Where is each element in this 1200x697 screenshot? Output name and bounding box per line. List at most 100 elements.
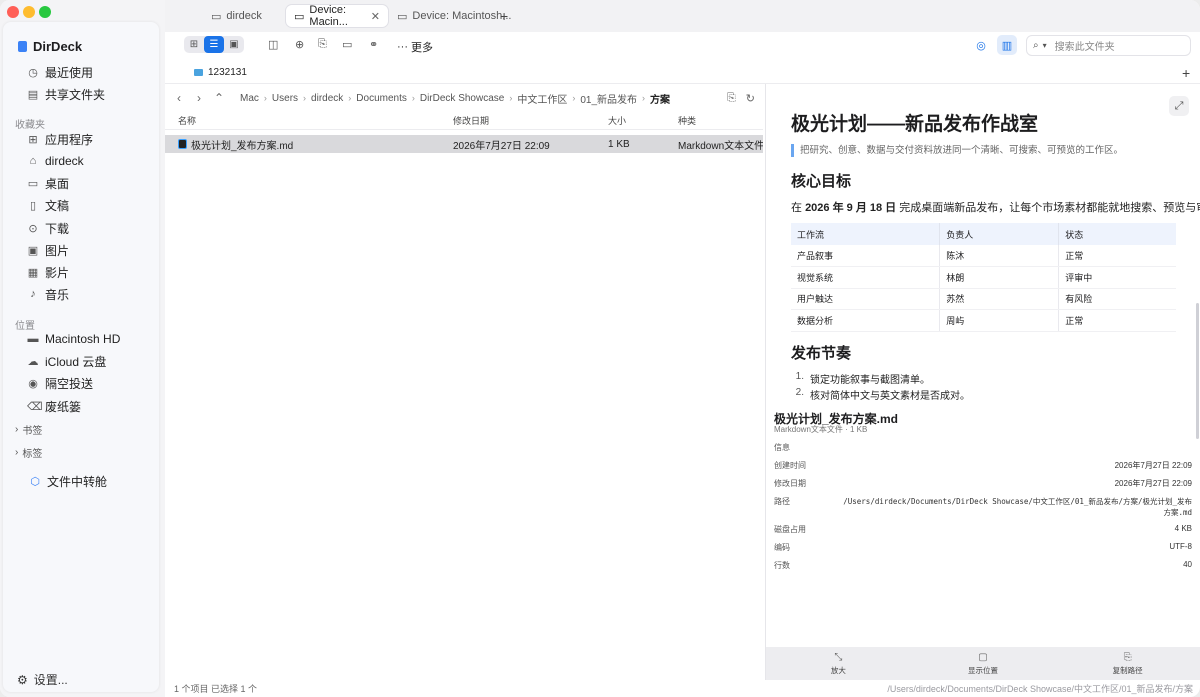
sidebar-item-documents[interactable]: ▯ 文稿	[27, 196, 69, 214]
add-folder-tab-button[interactable]: +	[1182, 65, 1190, 81]
search-placeholder: 搜索此文件夹	[1054, 42, 1115, 53]
more-button[interactable]: ··· 更多	[397, 39, 433, 55]
expand-icon[interactable]: ⤢	[1169, 96, 1189, 116]
sidebar-item-airdrop[interactable]: ◉ 隔空投送	[27, 374, 93, 392]
list-view-icon[interactable]: ☰	[204, 36, 224, 53]
sidebar-item-label: 应用程序	[45, 132, 94, 147]
sidebar-item-icloud[interactable]: ☁ iCloud 云盘	[27, 352, 107, 370]
breadcrumb-item[interactable]: 01_新品发布	[575, 91, 642, 106]
back-icon[interactable]: ‹	[169, 91, 189, 105]
breadcrumb-item[interactable]: Mac	[235, 93, 264, 104]
info-path-line-1: /Users/dirdeck/Documents/DirDeck Showcas…	[843, 497, 1192, 506]
image-icon: ▣	[27, 244, 39, 257]
breadcrumb: ‹ › ⌃ Mac › Users › dirdeck › Documents › Di…	[165, 86, 763, 110]
app-title: DirDeck	[18, 39, 82, 54]
disk-icon: ▬	[27, 333, 39, 345]
list-number: 2.	[795, 387, 804, 398]
sidebar-item-trash[interactable]: ⌫ 废纸篓	[27, 397, 81, 415]
view-mode-segment: ⊞ ☰ ▣	[184, 36, 244, 53]
sidebar-item-desktop[interactable]: ▭ 桌面	[27, 174, 69, 192]
forward-icon[interactable]: ›	[189, 91, 209, 105]
breadcrumb-tools: ⎘ ↻	[727, 92, 755, 105]
breadcrumb-item[interactable]: Documents	[351, 93, 412, 104]
breadcrumb-item[interactable]: DirDeck Showcase	[415, 93, 509, 104]
new-folder-icon[interactable]: ⊕	[295, 38, 304, 51]
info-key: 路径	[774, 497, 790, 506]
airdrop-icon: ◉	[28, 377, 38, 390]
preview-scrollbar[interactable]	[1196, 303, 1199, 439]
settings-button[interactable]: ⚙ 设置...	[17, 671, 68, 688]
sidebar-item-shared[interactable]: ▤ 共享文件夹	[27, 85, 105, 103]
new-tab-button[interactable]: +	[500, 8, 508, 24]
up-icon[interactable]: ⌃	[209, 91, 229, 105]
breadcrumb-item[interactable]: Users	[267, 93, 303, 104]
goal-prefix: 在	[791, 202, 806, 214]
sidebar-item-label: 影片	[45, 265, 70, 280]
file-row[interactable]: 极光计划_发布方案.md 2026年7月27日 22:09 1 KB Markd…	[165, 135, 763, 153]
link-icon[interactable]: ⚭	[369, 38, 378, 51]
info-section-title: 信息	[774, 442, 1192, 453]
sidebar-item-pictures[interactable]: ▣ 图片	[27, 241, 69, 259]
column-name[interactable]: 名称	[165, 114, 440, 127]
table-cell: 数据分析	[791, 309, 941, 332]
folder-icon: ▭	[211, 10, 222, 23]
breadcrumb-item[interactable]: 中文工作区	[512, 91, 572, 106]
column-kind[interactable]: 种类	[665, 114, 763, 127]
info-key: 创建时间	[774, 461, 806, 470]
list-text: 锁定功能叙事与截图清单。	[810, 375, 930, 386]
sidebar-item-macintosh-hd[interactable]: ▬ Macintosh HD	[27, 330, 121, 348]
info-key: 编码	[774, 543, 790, 552]
terminal-icon[interactable]: ▭	[342, 38, 352, 51]
sidebar-group-tags[interactable]: › 标签	[15, 445, 42, 460]
reveal-button[interactable]: ▢ 显示位置	[911, 647, 1056, 680]
sidebar-item-recent[interactable]: ◷ 最近使用	[27, 63, 93, 81]
column-size[interactable]: 大小	[595, 114, 665, 127]
tab-label: dirdeck	[226, 10, 262, 22]
table-header: 工作流	[791, 223, 941, 245]
sidebar-item-label: 文件中转舱	[47, 474, 108, 489]
copy-path-button[interactable]: ⎘ 复制路径	[1055, 647, 1200, 680]
info-row-lines: 行数 40	[774, 560, 1192, 571]
file-kind: Markdown文本文件	[678, 140, 763, 152]
zoom-window-button[interactable]	[39, 6, 51, 18]
preview-panel-icon[interactable]: ▥	[997, 35, 1017, 55]
gallery-view-icon[interactable]: ▣	[224, 36, 244, 53]
info-value: 4 KB	[1174, 524, 1192, 533]
column-date[interactable]: 修改日期	[440, 114, 595, 127]
status-path: /Users/dirdeck/Documents/DirDeck Showcas…	[887, 684, 1193, 694]
breadcrumb-current[interactable]: 方案	[645, 91, 675, 106]
folder-chip[interactable]: 1232131	[194, 67, 247, 78]
sidebar-item-music[interactable]: ♪ 音乐	[27, 285, 69, 303]
new-file-icon[interactable]: ⎘	[318, 38, 327, 51]
file-name: 极光计划_发布方案.md	[191, 140, 294, 152]
reveal-icon: ▢	[978, 651, 988, 663]
refresh-icon[interactable]: ↻	[746, 92, 755, 105]
sidebar-item-dirdeck[interactable]: ⌂ dirdeck	[27, 152, 84, 170]
close-window-button[interactable]	[7, 6, 19, 18]
minimize-window-button[interactable]	[23, 6, 35, 18]
table-row: 数据分析 周屿 正常	[791, 309, 1176, 332]
close-icon[interactable]: ✕	[371, 10, 380, 23]
split-view-icon[interactable]: ◫	[268, 38, 278, 51]
breadcrumb-item[interactable]: dirdeck	[306, 93, 348, 104]
sidebar-item-applications[interactable]: ⊞ 应用程序	[27, 130, 93, 148]
sidebar-item-transfer[interactable]: ⬡ 文件中转舱	[29, 472, 107, 490]
copy-path-icon[interactable]: ⎘	[727, 92, 736, 105]
tab-device-active[interactable]: ▭ Device: Macin... ✕	[286, 4, 388, 28]
sidebar-item-label: 文稿	[45, 198, 70, 213]
toolbar: ⊞ ☰ ▣ ◫ ⊕ ⎘ ▭ ⚭ ··· 更多 ◎ ▥ ⌕ ▾ 搜索此文件夹	[165, 32, 1200, 58]
chevron-down-icon: ▾	[1042, 41, 1047, 50]
grid-view-icon[interactable]: ⊞	[184, 36, 204, 53]
globe-icon[interactable]: ◎	[971, 35, 991, 55]
music-icon: ♪	[30, 288, 36, 300]
zoom-button[interactable]: ⤡ 放大	[766, 647, 911, 680]
search-field[interactable]: ⌕ ▾ 搜索此文件夹	[1026, 35, 1191, 56]
favorites-heading: 收藏夹	[15, 120, 45, 131]
tab-dirdeck[interactable]: ▭ dirdeck	[203, 5, 270, 27]
sidebar-group-bookmarks[interactable]: › 书签	[15, 422, 42, 437]
markdown-file-icon	[178, 139, 187, 149]
sidebar-item-downloads[interactable]: ⊙ 下载	[27, 219, 69, 237]
sidebar-item-movies[interactable]: ▦ 影片	[27, 263, 69, 281]
goal-date: 2026 年 9 月 18 日	[805, 202, 897, 214]
app-name: DirDeck	[33, 39, 83, 54]
